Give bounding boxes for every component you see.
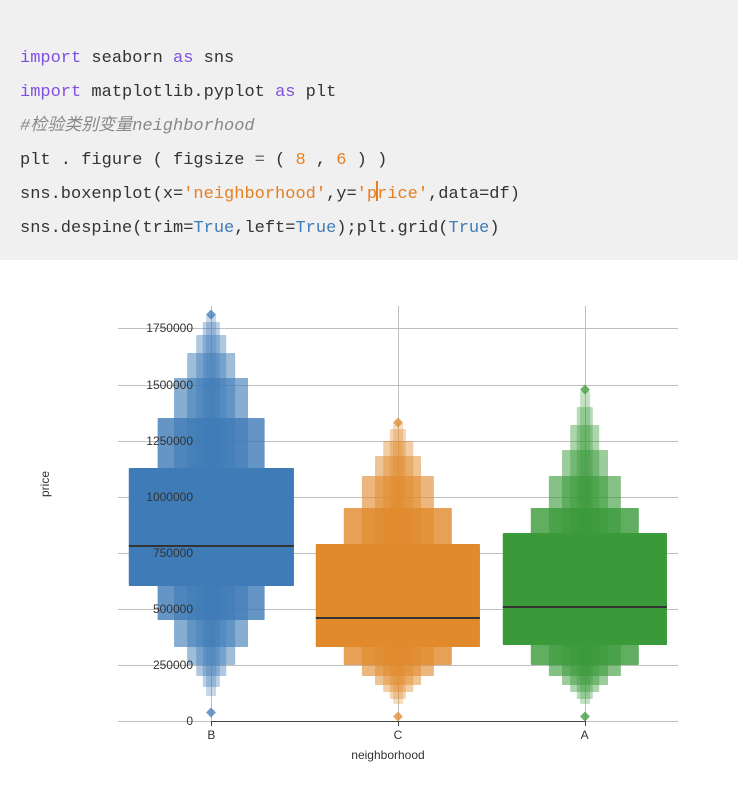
x-tick-label: C	[394, 728, 403, 742]
outlier-diamond	[393, 712, 403, 722]
outlier-diamond	[206, 707, 216, 717]
median-line	[316, 617, 480, 619]
code-block: import seaborn as sns import matplotlib.…	[0, 0, 738, 260]
boxen-chart: price neighborhood 025000050000075000010…	[68, 300, 708, 770]
y-axis-label: price	[38, 471, 52, 497]
median-line	[503, 606, 667, 608]
bottom-spine	[211, 721, 584, 722]
y-tick-label: 250000	[138, 658, 193, 672]
boxen-core	[129, 468, 293, 587]
kw-import: import	[20, 49, 81, 68]
code-line-2: import matplotlib.pyplot as plt	[20, 83, 336, 102]
y-tick-label: 1250000	[138, 434, 193, 448]
x-tick-label: B	[207, 728, 215, 742]
x-tick-label: A	[581, 728, 589, 742]
code-line-6: sns.despine(trim=True,left=True);plt.gri…	[20, 219, 500, 238]
y-tick-label: 1750000	[138, 321, 193, 335]
x-axis-label: neighborhood	[351, 748, 424, 762]
outlier-diamond	[580, 712, 590, 722]
boxen-core	[503, 533, 667, 645]
code-line-5: sns.boxenplot(x='neighborhood',y='price'…	[20, 185, 520, 204]
chart-output: price neighborhood 0 250000 500000 750000 10…	[0, 260, 738, 790]
code-line-4: plt . figure ( figsize = ( 8 , 6 ) )	[20, 151, 387, 170]
y-tick-label: 1000000	[138, 490, 193, 504]
y-tick-label: 0	[138, 714, 193, 728]
y-tick-label: 1500000	[138, 378, 193, 392]
tick-mark	[585, 721, 586, 726]
plot-area	[118, 306, 678, 721]
code-comment: #检验类别变量neighborhood	[20, 117, 255, 136]
y-tick-label: 500000	[138, 602, 193, 616]
code-line-1: import seaborn as sns	[20, 49, 234, 68]
boxen-core	[316, 544, 480, 647]
y-tick-label: 750000	[138, 546, 193, 560]
